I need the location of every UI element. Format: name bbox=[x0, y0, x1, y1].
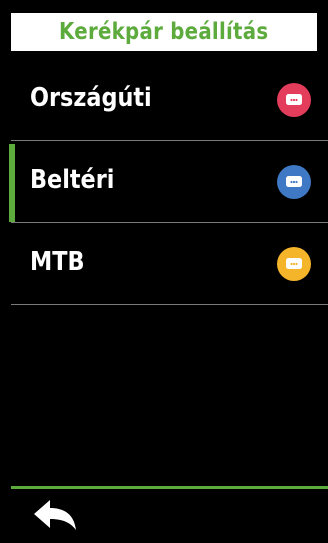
bike-speedometer-icon bbox=[277, 165, 311, 199]
back-arrow-icon bbox=[34, 500, 76, 530]
bike-speedometer-icon bbox=[277, 83, 311, 117]
row-divider bbox=[11, 304, 328, 305]
bike-item-orszaguti[interactable]: Országúti bbox=[0, 59, 328, 141]
bike-item-mtb[interactable]: MTB bbox=[0, 223, 328, 305]
bike-item-belteri[interactable]: Beltéri bbox=[0, 141, 328, 223]
bike-item-label: Beltéri bbox=[30, 165, 115, 195]
page-title: Kerékpár beállítás bbox=[59, 19, 269, 45]
selected-indicator bbox=[9, 144, 15, 222]
bike-speedometer-icon bbox=[277, 247, 311, 281]
bike-item-label: MTB bbox=[30, 247, 85, 277]
back-button[interactable] bbox=[30, 496, 84, 540]
bike-item-label: Országúti bbox=[30, 83, 152, 113]
footer-divider bbox=[11, 486, 328, 489]
page-title-bar: Kerékpár beállítás bbox=[11, 13, 317, 51]
